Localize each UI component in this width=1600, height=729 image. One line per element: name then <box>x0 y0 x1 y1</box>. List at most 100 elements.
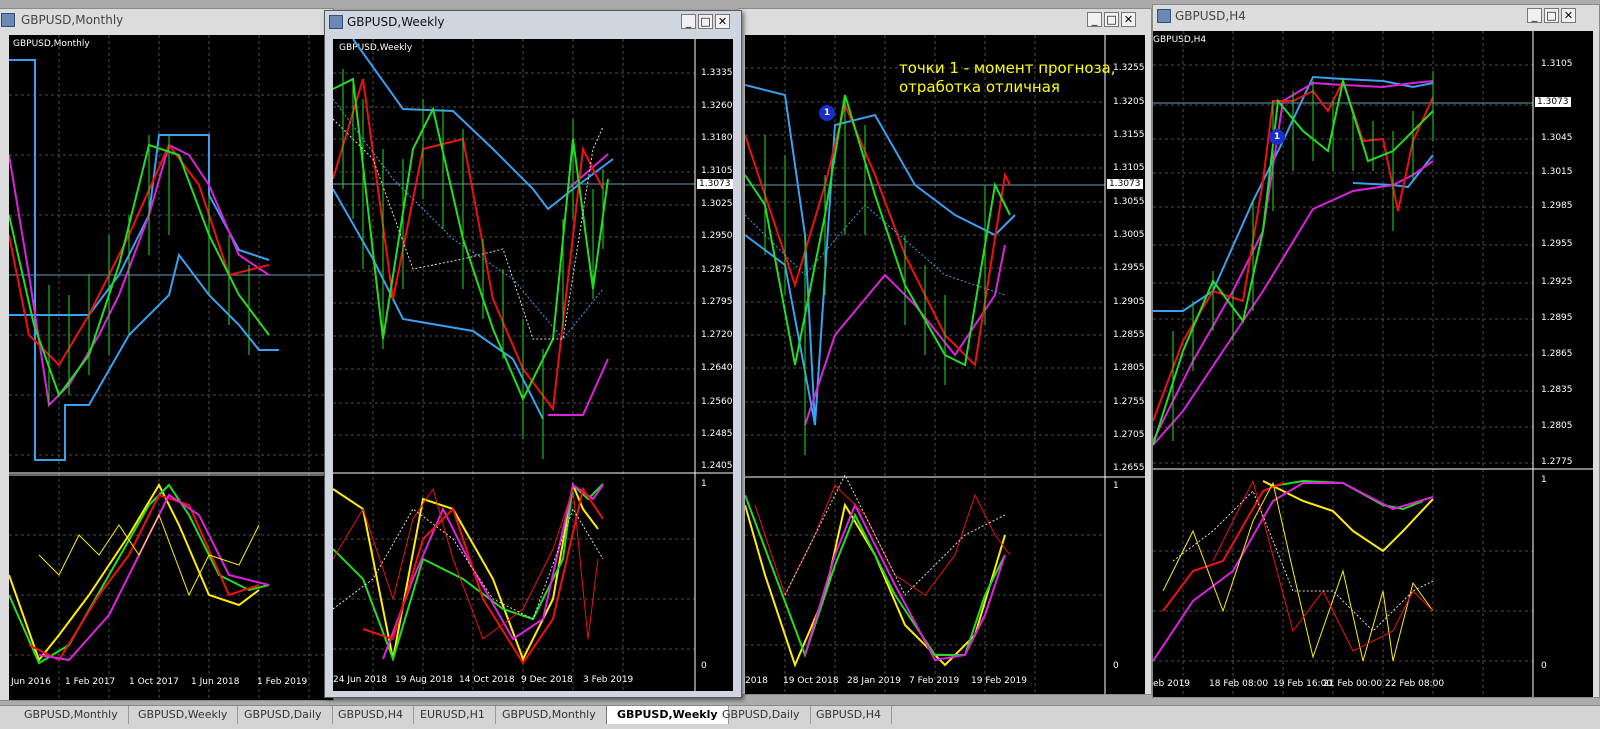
weekly-y-tick: 1.3260 <box>701 101 733 111</box>
h4-y-tick: 1.2805 <box>1541 421 1573 431</box>
chart-window-icon <box>1 13 15 27</box>
daily-y-tick: 1.2855 <box>1113 330 1145 340</box>
tab-gbpusd-h4[interactable]: GBPUSD,H4 <box>328 706 414 724</box>
tab-gbpusd-daily-2[interactable]: GBPUSD,Daily <box>712 706 811 724</box>
weekly-x-tick: 3 Feb 2019 <box>583 675 634 685</box>
h4-y-tick: 1.2895 <box>1541 313 1573 323</box>
monthly-chart-area[interactable]: GBPUSD,Monthly Jun 2016 1 Feb 2017 1 Oct… <box>9 35 333 700</box>
daily-y-tick: 1.2805 <box>1113 363 1145 373</box>
weekly-y-tick: 1.2795 <box>701 297 733 307</box>
weekly-x-tick: 9 Dec 2018 <box>521 675 573 685</box>
monthly-x-tick: 1 Oct 2017 <box>129 677 179 687</box>
weekly-x-tick: 24 Jun 2018 <box>333 675 388 685</box>
monthly-chart-svg <box>9 35 333 700</box>
h4-y-tick: 1.2835 <box>1541 385 1573 395</box>
chart-window-icon <box>329 15 343 29</box>
h4-titlebar[interactable]: GBPUSD,H4 _ □ ✕ <box>1153 5 1599 27</box>
tab-eurusd-h1[interactable]: EURUSD,H1 <box>410 706 496 724</box>
minimize-button[interactable]: _ <box>1087 12 1102 27</box>
monthly-x-tick: Jun 2016 <box>11 677 51 687</box>
daily-y-tick: 1.3105 <box>1113 163 1145 173</box>
weekly-chart-area[interactable]: GBPUSD,Weekly 1.3073 1.3335 1.3260 1.318… <box>333 39 733 691</box>
weekly-osc-tick: 0 <box>701 661 707 671</box>
daily-y-tick: 1.2955 <box>1113 263 1145 273</box>
daily-y-tick: 1.2655 <box>1113 463 1145 473</box>
weekly-chart-window[interactable]: GBPUSD,Weekly _ □ ✕ GBPUSD,Weekly 1.3073… <box>324 10 742 698</box>
h4-chart-window[interactable]: GBPUSD,H4 _ □ ✕ GBPUSD,H4 1 1.3073 1.310… <box>1152 4 1600 698</box>
maximize-button[interactable]: □ <box>1544 8 1559 23</box>
weekly-window-title: GBPUSD,Weekly <box>347 15 445 29</box>
h4-y-tick: 1.2955 <box>1541 239 1573 249</box>
daily-chart-svg <box>745 35 1145 694</box>
daily-y-tick: 1.3255 <box>1113 63 1145 73</box>
weekly-x-tick: 14 Oct 2018 <box>459 675 515 685</box>
daily-titlebar[interactable]: _ □ ✕ <box>739 9 1151 31</box>
tab-gbpusd-h4-2[interactable]: GBPUSD,H4 <box>806 706 892 724</box>
h4-y-tick: 1.3105 <box>1541 59 1573 69</box>
monthly-x-tick: 1 Feb 2017 <box>65 677 116 687</box>
tab-gbpusd-weekly-2[interactable]: GBPUSD,Weekly <box>606 706 729 724</box>
monthly-x-tick: 1 Feb 2019 <box>257 677 308 687</box>
daily-x-tick: 28 Jan 2019 <box>847 676 901 686</box>
daily-price-tag: 1.3073 <box>1107 179 1143 189</box>
h4-y-tick: 1.2985 <box>1541 201 1573 211</box>
h4-y-tick: 1.2865 <box>1541 349 1573 359</box>
tab-gbpusd-monthly-2[interactable]: GBPUSD,Monthly <box>492 706 607 724</box>
daily-chart-window[interactable]: _ □ ✕ точки 1 - момент прогноза, отработ… <box>738 8 1152 695</box>
annotation-line-2: отработка отличная <box>899 78 1060 96</box>
close-button[interactable]: ✕ <box>1121 12 1136 27</box>
weekly-y-tick: 1.2640 <box>701 363 733 373</box>
h4-x-tick: 21 Feb 00:00 <box>1323 679 1383 689</box>
h4-y-tick: 1.2775 <box>1541 457 1573 467</box>
h4-osc-tick: 1 <box>1541 475 1547 485</box>
h4-x-tick: eb 2019 <box>1153 679 1191 689</box>
weekly-y-tick: 1.3180 <box>701 133 733 143</box>
weekly-x-tick: 19 Aug 2018 <box>395 675 453 685</box>
weekly-y-tick: 1.3105 <box>701 166 733 176</box>
maximize-button[interactable]: □ <box>1104 12 1119 27</box>
weekly-y-tick: 1.2950 <box>701 231 733 241</box>
weekly-y-tick: 1.2405 <box>701 461 733 471</box>
maximize-button[interactable]: □ <box>698 14 713 29</box>
forecast-marker[interactable]: 1 <box>1269 129 1285 145</box>
weekly-price-tag: 1.3073 <box>697 179 733 189</box>
close-button[interactable]: ✕ <box>1561 8 1576 23</box>
h4-y-tick: 1.3015 <box>1541 167 1573 177</box>
h4-y-tick: 1.2925 <box>1541 277 1573 287</box>
weekly-chart-svg <box>333 39 733 691</box>
tab-gbpusd-weekly[interactable]: GBPUSD,Weekly <box>128 706 239 724</box>
daily-y-tick: 1.2905 <box>1113 297 1145 307</box>
h4-price-tag: 1.3073 <box>1535 97 1571 107</box>
weekly-y-tick: 1.2720 <box>701 330 733 340</box>
daily-x-tick: 19 Oct 2018 <box>783 676 839 686</box>
daily-y-tick: 1.3005 <box>1113 230 1145 240</box>
close-button[interactable]: ✕ <box>715 14 730 29</box>
h4-chart-area[interactable]: GBPUSD,H4 1 1.3073 1.3105 1.3045 1.3015 … <box>1153 31 1593 697</box>
forecast-annotation: точки 1 - момент прогноза, отработка отл… <box>899 59 1116 97</box>
daily-chart-area[interactable]: точки 1 - момент прогноза, отработка отл… <box>745 35 1145 694</box>
monthly-titlebar[interactable]: GBPUSD,Monthly <box>0 9 333 31</box>
tab-gbpusd-daily[interactable]: GBPUSD,Daily <box>234 706 333 724</box>
weekly-y-tick: 1.2485 <box>701 429 733 439</box>
daily-y-tick: 1.3155 <box>1113 130 1145 140</box>
forecast-marker[interactable]: 1 <box>819 105 835 121</box>
h4-chart-svg <box>1153 31 1593 697</box>
weekly-y-tick: 1.3025 <box>701 199 733 209</box>
minimize-button[interactable]: _ <box>681 14 696 29</box>
minimize-button[interactable]: _ <box>1527 8 1542 23</box>
chart-tab-bar: GBPUSD,Monthly GBPUSD,Weekly GBPUSD,Dail… <box>0 705 1600 729</box>
h4-x-tick: 18 Feb 08:00 <box>1209 679 1269 689</box>
monthly-chart-window[interactable]: GBPUSD,Monthly GBPUSD,Monthly Jun 2016 1… <box>0 8 334 701</box>
h4-window-title: GBPUSD,H4 <box>1175 9 1246 23</box>
daily-y-tick: 1.2755 <box>1113 397 1145 407</box>
h4-x-tick: 22 Feb 08:00 <box>1385 679 1445 689</box>
h4-y-tick: 1.3045 <box>1541 133 1573 143</box>
daily-y-tick: 1.3055 <box>1113 197 1145 207</box>
daily-x-tick: 2018 <box>745 676 768 686</box>
daily-y-tick: 1.2705 <box>1113 430 1145 440</box>
weekly-y-tick: 1.2875 <box>701 265 733 275</box>
tab-gbpusd-monthly[interactable]: GBPUSD,Monthly <box>14 706 129 724</box>
weekly-y-tick: 1.2560 <box>701 397 733 407</box>
daily-y-tick: 1.3205 <box>1113 97 1145 107</box>
weekly-titlebar[interactable]: GBPUSD,Weekly _ □ ✕ <box>325 11 741 33</box>
